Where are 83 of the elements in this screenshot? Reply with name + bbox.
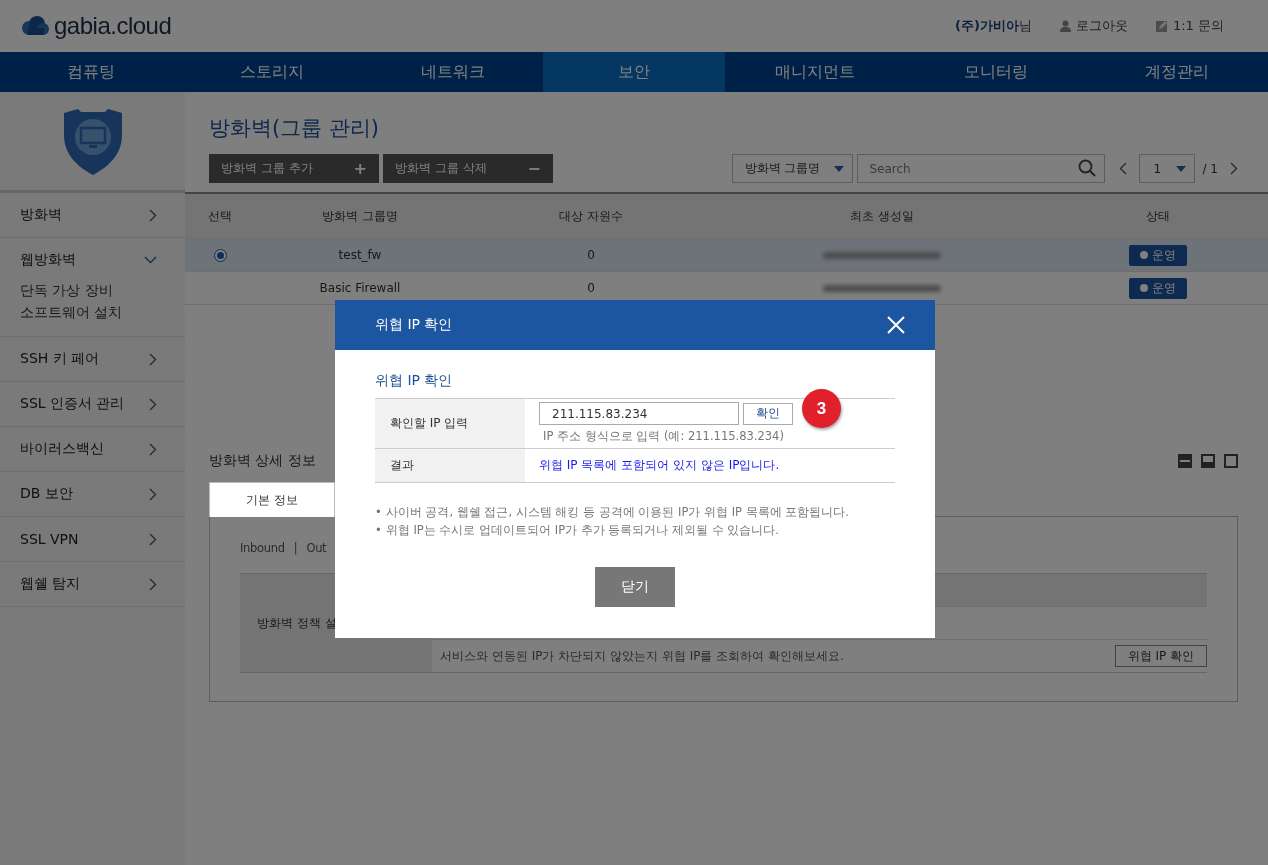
sidebar-item[interactable]: SSH 키 페어 — [20, 350, 100, 368]
chevron-right-icon — [149, 442, 157, 456]
close-icon[interactable] — [887, 316, 905, 334]
search-icon — [1077, 159, 1096, 177]
person-icon — [1059, 20, 1071, 32]
chevron-down-icon — [144, 256, 157, 264]
sidebar-subitem[interactable]: 단독 가상 장비 — [20, 282, 113, 298]
policy-label: 방화벽 정책 설 — [257, 614, 337, 632]
filter-dropdown[interactable]: 방화벽 그룹명 — [731, 154, 853, 183]
column-header: 방화벽 그룹명 — [322, 207, 398, 225]
cloud-logo-icon — [20, 15, 50, 37]
input-hint: IP 주소 형식으로 입력 (예: 211.115.83.234) — [543, 429, 784, 443]
column-header: 최초 생성일 — [850, 207, 914, 225]
nav-tab[interactable]: 매니지먼트 — [724, 52, 906, 92]
result-text: 위협 IP 목록에 포함되어 있지 않은 IP입니다. — [539, 458, 780, 472]
nav-tab[interactable]: 계정관리 — [1086, 52, 1268, 92]
radio-button[interactable] — [213, 248, 227, 262]
chevron-right-icon — [149, 352, 157, 366]
chevron-right-icon — [149, 577, 157, 591]
half-panel-icon[interactable] — [1201, 454, 1215, 468]
section-title: 방화벽 상세 정보 — [209, 452, 316, 470]
dialog-section-title: 위협 IP 확인 — [375, 372, 453, 388]
table-cell: 0 — [587, 248, 595, 262]
sidebar-item[interactable]: 바이러스백신 — [20, 440, 104, 458]
chevron-right-icon — [149, 487, 157, 501]
separator: | — [293, 541, 298, 555]
confirm-button[interactable]: 확인 — [743, 402, 793, 425]
chevron-right-icon — [1230, 162, 1238, 175]
minimize-panel-icon[interactable] — [1178, 454, 1192, 468]
shield-monitor-icon — [61, 107, 124, 175]
table-row[interactable]: test_fw 0 운영 — [185, 239, 1268, 272]
field-label: 결과 — [390, 457, 414, 474]
sidebar-item[interactable]: 웹쉘 탐지 — [20, 575, 81, 593]
nav-tab[interactable]: 스토리지 — [181, 52, 363, 92]
sidebar-item[interactable]: DB 보안 — [20, 485, 73, 503]
caret-icon — [833, 165, 844, 172]
note-text: 위협 IP는 수시로 업데이트되어 IP가 추가 등록되거나 제외될 수 있습니다. — [385, 522, 779, 539]
sidebar-item[interactable]: 웹방화벽 — [20, 251, 76, 269]
caret-icon — [1175, 165, 1186, 172]
bullet: • — [375, 504, 382, 521]
outbound-tab[interactable]: Out — [306, 541, 327, 555]
table-cell: 0 — [587, 281, 595, 295]
page-title: 방화벽(그룹 관리) — [209, 116, 380, 140]
column-header: 대상 자원수 — [559, 207, 623, 225]
table-cell: test_fw — [338, 248, 382, 262]
chevron-right-icon — [149, 532, 157, 546]
nav-tab[interactable]: 네트워크 — [362, 52, 544, 92]
column-header: 상태 — [1145, 207, 1170, 225]
column-header: 선택 — [208, 207, 232, 225]
policy-hint: 서비스와 연동된 IP가 차단되지 않았는지 위협 IP를 조회하여 확인해보세요. — [440, 647, 844, 665]
field-label: 확인할 IP 입력 — [390, 415, 469, 432]
status-badge: 운영 — [1128, 244, 1187, 266]
sidebar-subitem[interactable]: 소프트웨어 설치 — [20, 304, 123, 320]
chevron-right-icon — [149, 397, 157, 411]
add-group-button[interactable]: 방화벽 그룹 추가 + — [209, 154, 379, 183]
sidebar-item[interactable]: 방화벽 — [20, 206, 62, 224]
status-badge: 운영 — [1128, 277, 1187, 299]
table-cell: Basic Firewall — [319, 281, 401, 295]
sidebar-item[interactable]: SSL VPN — [20, 531, 79, 547]
ip-input-field[interactable]: 211.115.83.234 — [539, 402, 739, 425]
inbound-tab[interactable]: Inbound — [240, 541, 285, 555]
chevron-right-icon — [149, 208, 157, 222]
nav-tab[interactable]: 보안 — [543, 52, 725, 92]
search-field[interactable]: Search — [856, 154, 1105, 183]
detail-tab[interactable]: 기본 정보 — [209, 482, 335, 517]
bullet: • — [375, 522, 382, 539]
close-button[interactable]: 닫기 — [595, 567, 675, 607]
delete-group-button[interactable]: 방화벽 그룹 삭제 − — [383, 154, 553, 183]
maximize-panel-icon[interactable] — [1224, 454, 1238, 468]
edit-icon — [1155, 20, 1168, 32]
user-name: (주)가비아님 — [955, 17, 1032, 35]
dialog-title: 위협 IP 확인 — [375, 316, 453, 334]
threat-ip-check-button[interactable]: 위협 IP 확인 — [1114, 645, 1207, 667]
chevron-left-icon[interactable] — [1118, 162, 1127, 175]
note-text: 사이버 공격, 웹쉘 접근, 시스템 해킹 등 공격에 이용된 IP가 위협 IP 목록에 포함됩니다. — [385, 504, 849, 521]
logo-text[interactable]: gabia.cloud — [54, 12, 172, 40]
sidebar-item[interactable]: SSL 인증서 관리 — [20, 395, 125, 413]
nav-tab[interactable]: 모니터링 — [905, 52, 1087, 92]
logout-link[interactable]: 로그아웃 — [1075, 17, 1128, 35]
nav-tab[interactable]: 컴퓨팅 — [0, 52, 182, 92]
page-total: / 1 — [1202, 161, 1218, 176]
page-dropdown[interactable]: 1 — [1138, 154, 1195, 183]
inquiry-link[interactable]: 1:1 문의 — [1172, 17, 1224, 35]
